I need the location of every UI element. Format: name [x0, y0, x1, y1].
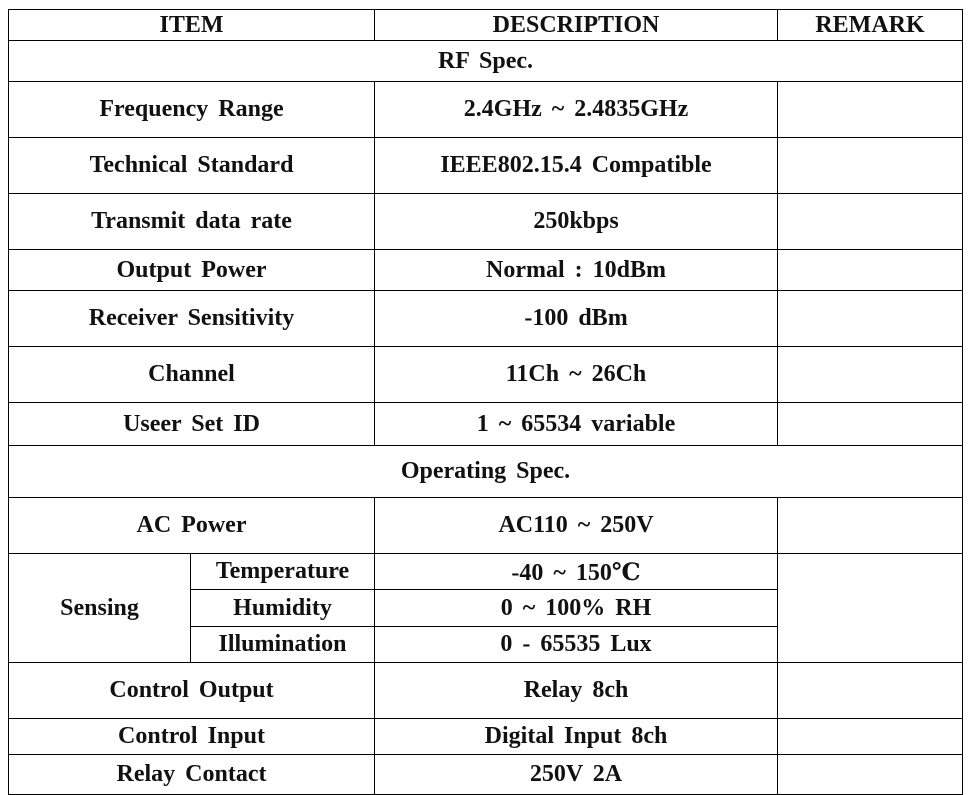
- row-item: Useer Set ID: [7, 402, 376, 446]
- section-row-rf: RF Spec.: [7, 40, 964, 82]
- sub-item: Illumination: [189, 626, 376, 663]
- table-row: Frequency Range 2.4GHz ~ 2.4835GHz: [7, 81, 964, 138]
- row-item: Control Output: [7, 662, 376, 719]
- row-remark: [777, 249, 964, 291]
- header-remark: REMARK: [777, 9, 964, 41]
- row-description: Normal : 10dBm: [374, 249, 779, 291]
- table-row: Useer Set ID 1 ~ 65534 variable: [7, 402, 964, 446]
- table-row: Control Output Relay 8ch: [7, 662, 964, 719]
- section-title-operating: Operating Spec.: [7, 445, 964, 498]
- row-description: -100 dBm: [374, 290, 779, 347]
- row-item: AC Power: [7, 497, 376, 554]
- row-item: Transmit data rate: [7, 193, 376, 250]
- header-description: DESCRIPTION: [374, 9, 779, 41]
- row-description: 0 ~ 100% RH: [374, 589, 779, 627]
- row-remark: [777, 346, 964, 403]
- row-item: Channel: [7, 346, 376, 403]
- table-row: Channel 11Ch ~ 26Ch: [7, 346, 964, 403]
- row-item: Output Power: [7, 249, 376, 291]
- spec-table: ITEM DESCRIPTION REMARK RF Spec. Frequen…: [7, 9, 964, 795]
- table-row: Technical Standard IEEE802.15.4 Compatib…: [7, 137, 964, 194]
- table-row: Receiver Sensitivity -100 dBm: [7, 290, 964, 347]
- table-row: Transmit data rate 250kbps: [7, 193, 964, 250]
- row-remark: [777, 497, 964, 554]
- row-remark: [777, 290, 964, 347]
- section-title-rf: RF Spec.: [7, 40, 964, 82]
- row-item: Receiver Sensitivity: [7, 290, 376, 347]
- header-item: ITEM: [7, 9, 376, 41]
- row-description: Digital Input 8ch: [374, 718, 779, 755]
- row-description: 250kbps: [374, 193, 779, 250]
- row-item-sensing: Sensing: [8, 553, 191, 663]
- table-row: Relay Contact 250V 2A: [7, 754, 964, 795]
- sub-item: Temperature: [189, 553, 376, 590]
- row-remark: [777, 81, 964, 138]
- table-row: Control Input Digital Input 8ch: [7, 718, 964, 755]
- row-item: Frequency Range: [7, 81, 376, 138]
- sub-item: Humidity: [189, 589, 376, 627]
- section-row-operating: Operating Spec.: [7, 445, 964, 498]
- row-remark: [777, 193, 964, 250]
- row-remark: [777, 402, 964, 446]
- row-description: AC110 ~ 250V: [374, 497, 779, 554]
- row-description: 0 - 65535 Lux: [374, 626, 779, 663]
- row-remark: [777, 553, 964, 663]
- table-row: Output Power Normal : 10dBm: [7, 249, 964, 291]
- row-description: 1 ~ 65534 variable: [374, 402, 779, 446]
- row-item: Control Input: [7, 718, 376, 755]
- row-remark: [777, 718, 964, 755]
- row-remark: [777, 754, 964, 795]
- row-description: 2.4GHz ~ 2.4835GHz: [374, 81, 779, 138]
- row-remark: [777, 662, 964, 719]
- row-item: Technical Standard: [7, 137, 376, 194]
- table-row: AC Power AC110 ~ 250V: [7, 497, 964, 554]
- row-remark: [777, 137, 964, 194]
- header-row: ITEM DESCRIPTION REMARK: [7, 9, 964, 41]
- row-description: -40 ~ 150℃: [374, 553, 779, 590]
- table-row-sensing-temperature: Sensing Temperature -40 ~ 150℃: [8, 553, 964, 663]
- row-description: 250V 2A: [374, 754, 779, 795]
- row-description: Relay 8ch: [374, 662, 779, 719]
- row-description: 11Ch ~ 26Ch: [374, 346, 779, 403]
- row-description: IEEE802.15.4 Compatible: [374, 137, 779, 194]
- row-item: Relay Contact: [7, 754, 376, 795]
